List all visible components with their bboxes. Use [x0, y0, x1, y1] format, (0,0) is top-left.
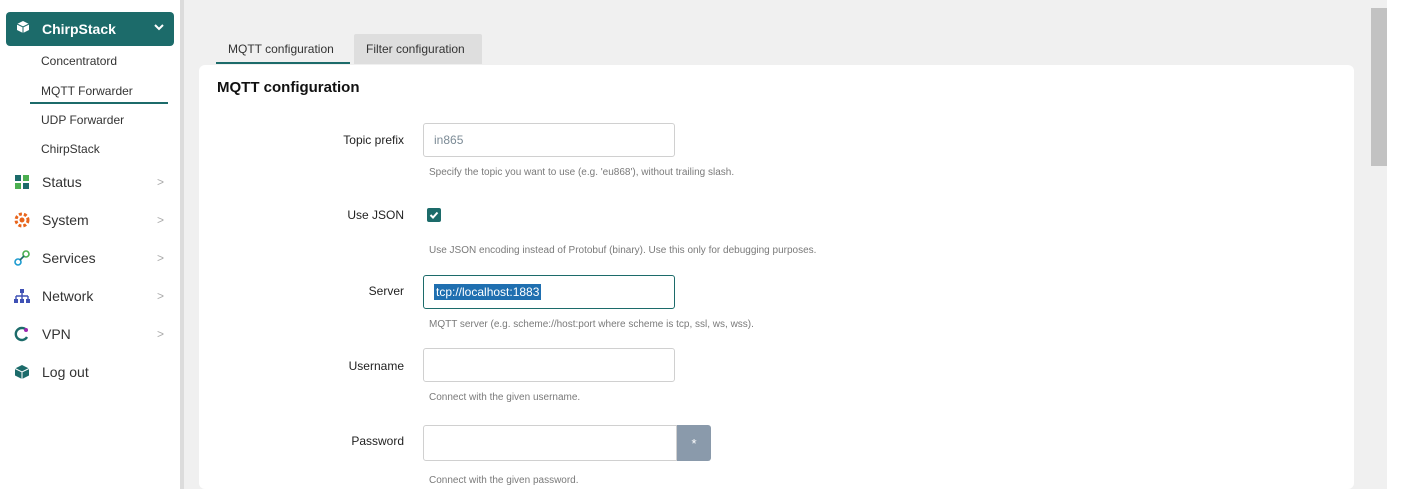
- chevron-down-icon[interactable]: [154, 21, 164, 35]
- chevron-right-icon: >: [156, 175, 164, 189]
- sidebar-item-status[interactable]: Status >: [14, 171, 164, 193]
- use-json-label: Use JSON: [347, 208, 404, 222]
- use-json-help: Use JSON encoding instead of Protobuf (b…: [429, 245, 817, 256]
- username-label: Username: [348, 359, 404, 373]
- sidebar-item-label: System: [42, 212, 89, 228]
- sidebar-item-system[interactable]: System >: [14, 209, 164, 231]
- active-subitem-underline: [30, 102, 168, 104]
- tab-mqtt-configuration[interactable]: MQTT configuration: [216, 34, 350, 64]
- password-input[interactable]: [423, 425, 677, 461]
- username-help: Connect with the given username.: [429, 392, 581, 403]
- sidebar-subitem-udp-forwarder[interactable]: UDP Forwarder: [41, 113, 124, 127]
- main-content: MQTT configuration Filter configuration …: [184, 0, 1371, 489]
- chevron-right-icon: >: [156, 289, 164, 303]
- topic-prefix-label: Topic prefix: [343, 133, 404, 147]
- sidebar-item-label: VPN: [42, 326, 71, 342]
- sidebar-item-logout[interactable]: Log out: [14, 361, 164, 383]
- check-icon: [429, 211, 439, 219]
- username-input[interactable]: [423, 348, 675, 382]
- sidebar-item-vpn[interactable]: VPN >: [14, 323, 164, 345]
- sidebar-subitem-chirpstack[interactable]: ChirpStack: [41, 142, 100, 156]
- sidebar-subitem-mqtt-forwarder[interactable]: MQTT Forwarder: [41, 84, 133, 98]
- vpn-icon: [14, 326, 30, 342]
- sidebar: ChirpStack Concentratord MQTT Forwarder …: [0, 0, 180, 489]
- sidebar-group-chirpstack[interactable]: ChirpStack: [6, 12, 174, 46]
- tab-filter-configuration[interactable]: Filter configuration: [354, 34, 482, 64]
- sidebar-item-label: Services: [42, 250, 96, 266]
- box-icon: [14, 364, 30, 380]
- sidebar-item-label: Status: [42, 174, 82, 190]
- topic-prefix-help: Specify the topic you want to use (e.g. …: [429, 167, 735, 178]
- sidebar-item-label: Log out: [42, 364, 89, 380]
- server-input-value: tcp://localhost:1883: [434, 284, 542, 300]
- scrollbar-thumb[interactable]: [1371, 8, 1387, 166]
- chevron-right-icon: >: [156, 213, 164, 227]
- use-json-checkbox[interactable]: [427, 208, 441, 222]
- system-gear-icon: [14, 212, 30, 228]
- chevron-right-icon: >: [156, 327, 164, 341]
- sidebar-item-label: Network: [42, 288, 94, 304]
- sidebar-subitem-concentratord[interactable]: Concentratord: [41, 54, 117, 68]
- server-input[interactable]: tcp://localhost:1883: [423, 275, 675, 309]
- panel-title: MQTT configuration: [217, 79, 360, 96]
- server-label: Server: [368, 284, 404, 298]
- window-edge: [1387, 0, 1405, 489]
- topic-prefix-input[interactable]: in865: [423, 123, 675, 157]
- sidebar-group-label: ChirpStack: [42, 21, 116, 37]
- network-tree-icon: [14, 288, 30, 304]
- sidebar-item-network[interactable]: Network >: [14, 285, 164, 307]
- sidebar-item-services[interactable]: Services >: [14, 247, 164, 269]
- box-icon: [16, 20, 30, 39]
- password-label: Password: [351, 434, 404, 448]
- status-grid-icon: [14, 174, 30, 190]
- password-help: Connect with the given password.: [429, 475, 579, 486]
- server-help: MQTT server (e.g. scheme://host:port whe…: [429, 319, 754, 330]
- chevron-right-icon: >: [156, 251, 164, 265]
- reveal-password-button[interactable]: *: [677, 425, 711, 461]
- config-panel: MQTT configuration Topic prefix in865 Sp…: [199, 65, 1354, 489]
- services-link-icon: [14, 250, 30, 266]
